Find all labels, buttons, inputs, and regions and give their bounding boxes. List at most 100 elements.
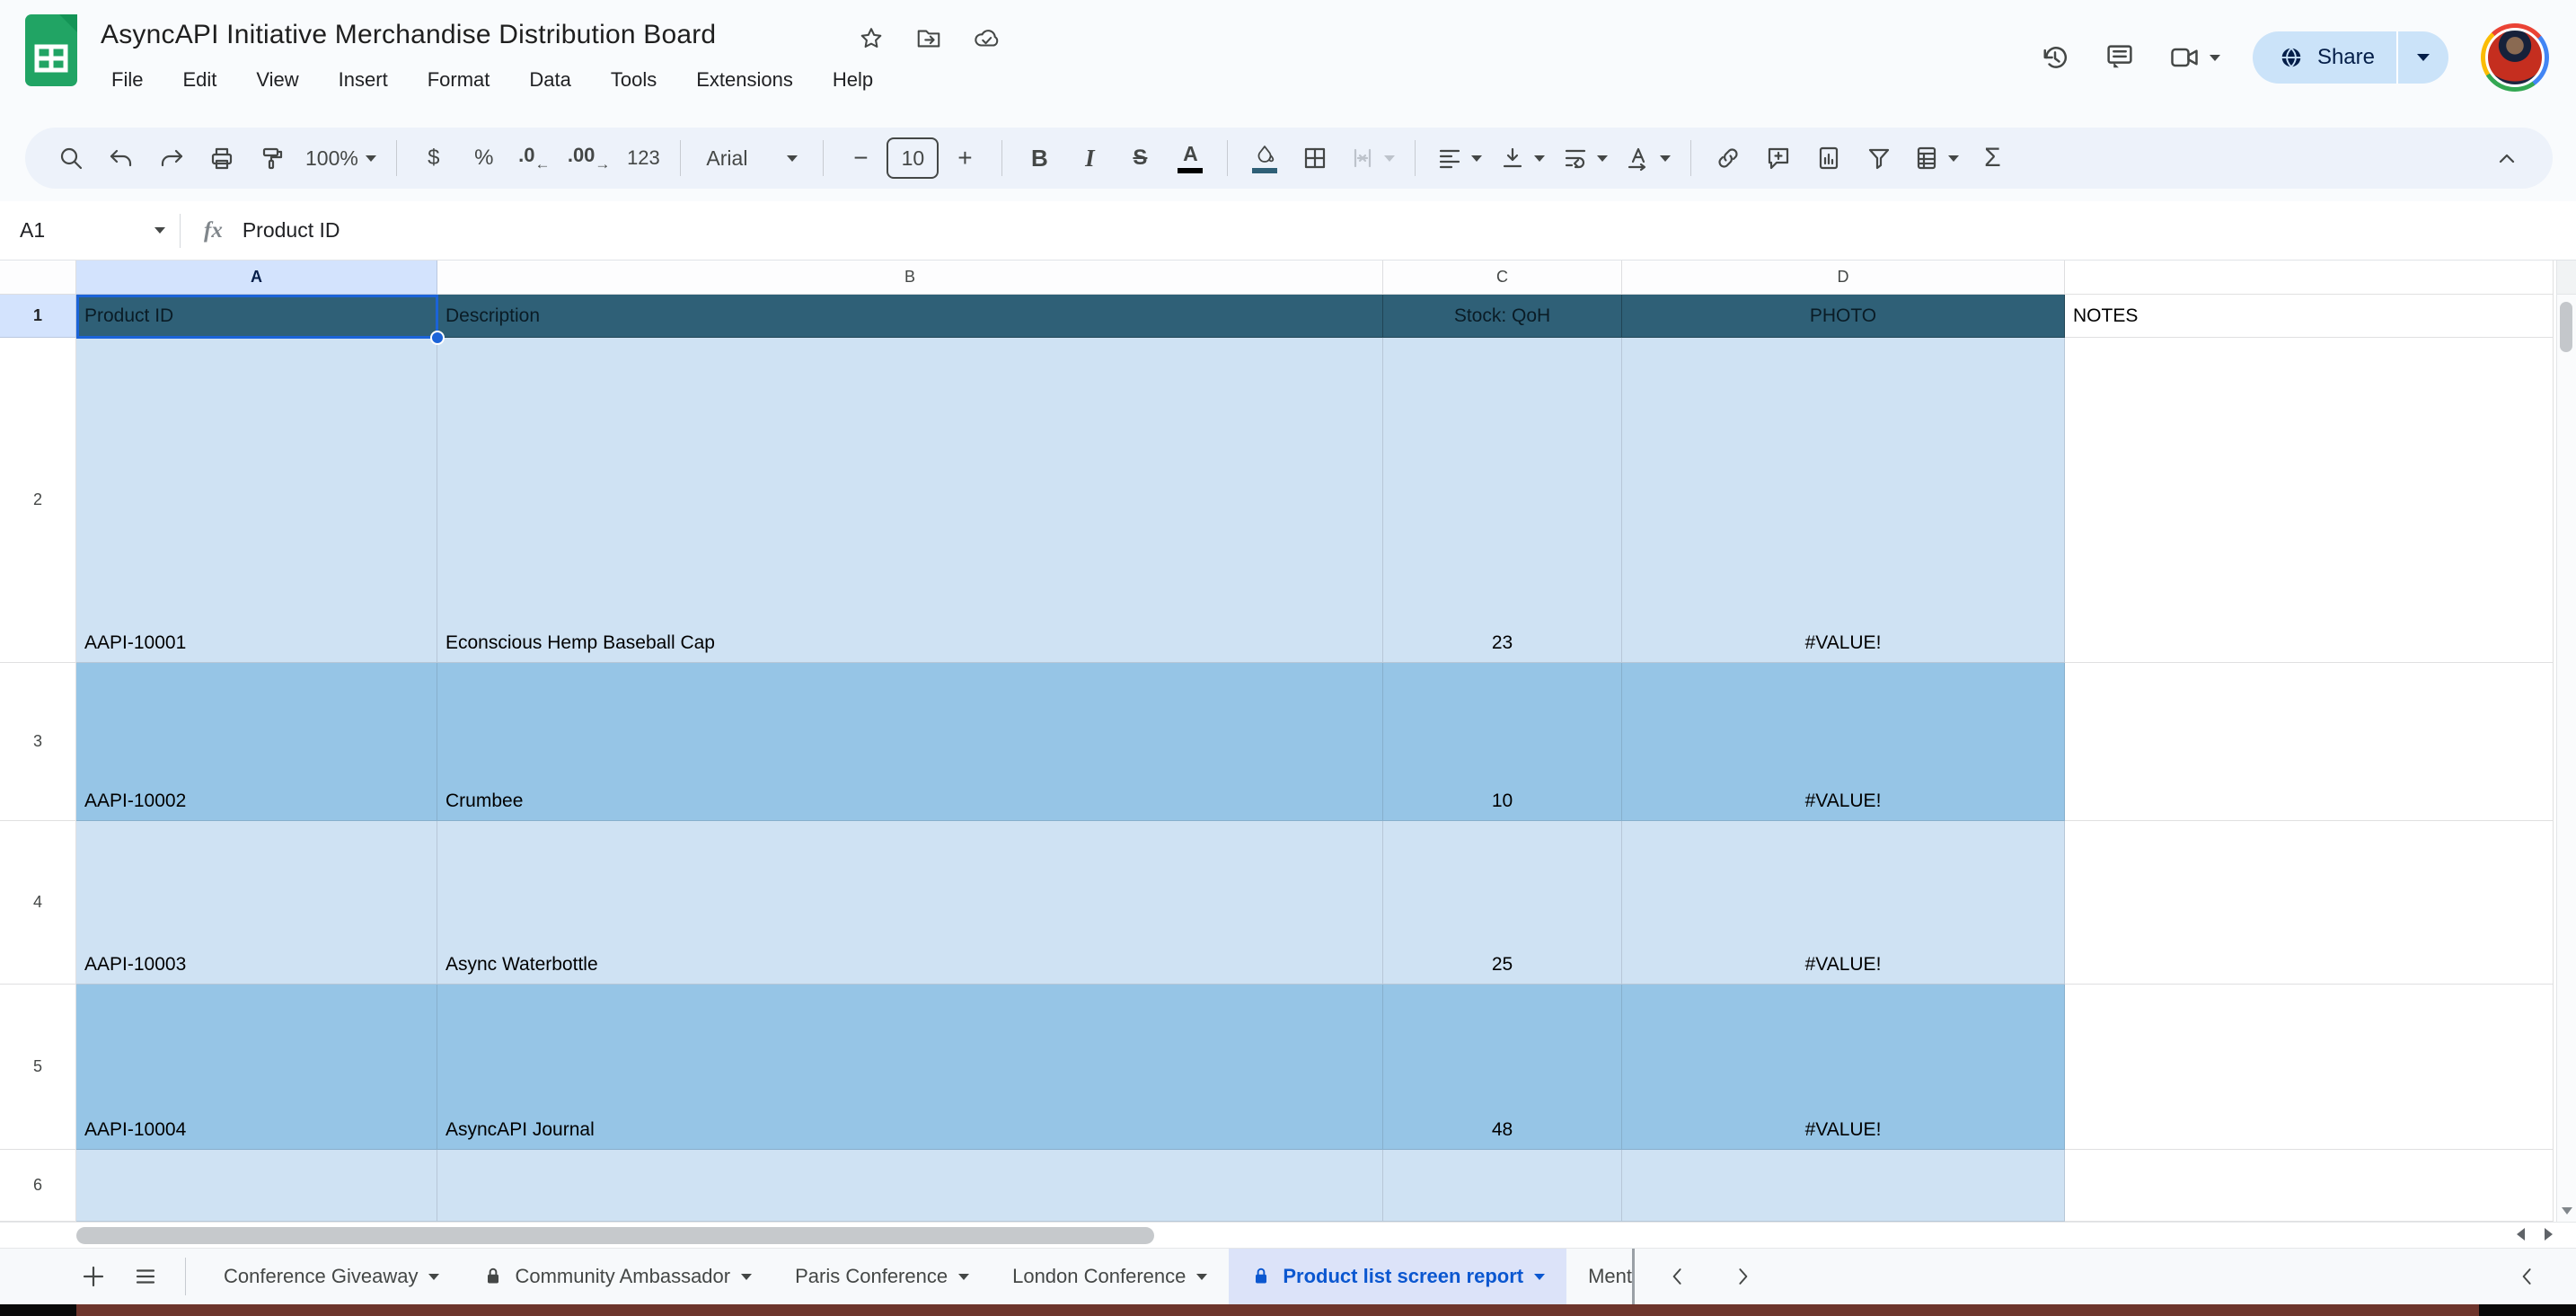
cell-d4[interactable]: #VALUE! [1622, 821, 2065, 985]
cell-a1[interactable]: Product ID [76, 295, 437, 338]
text-wrap-button[interactable] [1554, 133, 1615, 183]
cell-d6[interactable] [1622, 1150, 2065, 1222]
cell-b1[interactable]: Description [437, 295, 1383, 338]
strikethrough-button[interactable]: S [1116, 133, 1164, 183]
cell-c4[interactable]: 25 [1383, 821, 1622, 985]
italic-button[interactable]: I [1065, 133, 1114, 183]
move-folder-icon[interactable] [915, 25, 942, 52]
vertical-align-button[interactable] [1491, 133, 1552, 183]
chevron-left-icon[interactable] [2515, 1264, 2540, 1289]
tabs-previous-icon[interactable] [1665, 1264, 1690, 1289]
menu-help[interactable]: Help [822, 65, 884, 95]
row-header-1[interactable]: 1 [0, 295, 76, 338]
menu-data[interactable]: Data [518, 65, 581, 95]
undo-button[interactable] [97, 133, 146, 183]
functions-button[interactable]: Σ [1968, 133, 2016, 183]
add-sheet-icon[interactable] [79, 1262, 108, 1291]
cell-b3[interactable]: Crumbee [437, 663, 1383, 821]
menu-insert[interactable]: Insert [328, 65, 399, 95]
cell-b5[interactable]: AsyncAPI Journal [437, 985, 1383, 1150]
row-header-4[interactable]: 4 [0, 821, 76, 985]
share-dropdown[interactable] [2396, 31, 2448, 84]
tab-paris-conference[interactable]: Paris Conference [773, 1249, 991, 1304]
cell-a3[interactable]: AAPI-10002 [76, 663, 437, 821]
row-header-6[interactable]: 6 [0, 1150, 76, 1222]
cell-c5[interactable]: 48 [1383, 985, 1622, 1150]
column-header-d[interactable]: D [1622, 261, 2065, 295]
cell-c6[interactable] [1383, 1150, 1622, 1222]
column-header-b[interactable]: B [437, 261, 1383, 295]
merge-cells-button[interactable] [1341, 133, 1402, 183]
format-currency-button[interactable]: $ [410, 133, 458, 183]
cell-e6[interactable] [2065, 1150, 2554, 1222]
horizontal-scroll-thumb[interactable] [76, 1227, 1154, 1244]
cell-b2[interactable]: Econscious Hemp Baseball Cap [437, 338, 1383, 663]
cell-d5[interactable]: #VALUE! [1622, 985, 2065, 1150]
row-header-5[interactable]: 5 [0, 985, 76, 1150]
share-main[interactable]: Share [2253, 31, 2396, 84]
formula-input[interactable]: Product ID [243, 218, 340, 243]
cell-b6[interactable] [437, 1150, 1383, 1222]
scroll-left-icon[interactable] [2517, 1228, 2525, 1241]
zoom-select[interactable]: 100% [298, 133, 384, 183]
bold-button[interactable]: B [1015, 133, 1063, 183]
column-header-a[interactable]: A [76, 261, 437, 295]
cell-a2[interactable]: AAPI-10001 [76, 338, 437, 663]
tab-conference-giveaway[interactable]: Conference Giveaway [202, 1249, 461, 1304]
horizontal-scrollbar[interactable] [0, 1222, 2576, 1249]
menu-extensions[interactable]: Extensions [685, 65, 804, 95]
tab-london-conference[interactable]: London Conference [991, 1249, 1229, 1304]
insert-chart-button[interactable] [1804, 133, 1853, 183]
cell-a5[interactable]: AAPI-10004 [76, 985, 437, 1150]
more-formats-button[interactable]: 123 [619, 133, 667, 183]
print-button[interactable] [198, 133, 246, 183]
all-sheets-icon[interactable] [131, 1262, 160, 1291]
menu-file[interactable]: File [101, 65, 154, 95]
select-all-corner[interactable] [0, 261, 76, 295]
create-filter-button[interactable] [1855, 133, 1903, 183]
share-button[interactable]: Share [2252, 31, 2448, 84]
name-box-caret-icon[interactable] [154, 227, 165, 234]
cell-b4[interactable]: Async Waterbottle [437, 821, 1383, 985]
tab-community-ambassador[interactable]: Community Ambassador [461, 1249, 773, 1304]
insert-link-button[interactable] [1704, 133, 1752, 183]
cloud-status-icon[interactable] [973, 25, 1000, 52]
vertical-scrollbar[interactable] [2556, 261, 2576, 1222]
meet-button[interactable] [2168, 41, 2220, 74]
cell-d1[interactable]: PHOTO [1622, 295, 2065, 338]
tab-product-list-screen-report[interactable]: Product list screen report [1229, 1249, 1567, 1304]
scroll-right-icon[interactable] [2545, 1228, 2553, 1241]
menu-view[interactable]: View [245, 65, 309, 95]
decrease-font-size-button[interactable]: − [836, 133, 885, 183]
name-box[interactable]: A1 [0, 218, 180, 243]
cell-e5[interactable] [2065, 985, 2554, 1150]
cell-a4[interactable]: AAPI-10003 [76, 821, 437, 985]
increase-decimal-button[interactable]: .00 → [560, 133, 618, 183]
decrease-decimal-button[interactable]: .0 ← [510, 133, 559, 183]
format-percent-button[interactable]: % [460, 133, 508, 183]
fill-color-button[interactable] [1240, 133, 1289, 183]
hide-menus-button[interactable] [2483, 133, 2531, 183]
text-color-button[interactable]: A [1166, 133, 1214, 183]
cell-c1[interactable]: Stock: QoH [1383, 295, 1622, 338]
search-menus-button[interactable] [47, 133, 95, 183]
version-history-icon[interactable] [2039, 41, 2071, 74]
document-title[interactable]: AsyncAPI Initiative Merchandise Distribu… [101, 20, 716, 50]
cell-e4[interactable] [2065, 821, 2554, 985]
paint-format-button[interactable] [248, 133, 296, 183]
redo-button[interactable] [147, 133, 196, 183]
menu-format[interactable]: Format [417, 65, 501, 95]
horizontal-align-button[interactable] [1428, 133, 1489, 183]
increase-font-size-button[interactable]: + [940, 133, 989, 183]
cell-e2[interactable] [2065, 338, 2554, 663]
tab-ment-truncated[interactable]: Ment [1566, 1249, 1636, 1304]
cell-e3[interactable] [2065, 663, 2554, 821]
cell-c3[interactable]: 10 [1383, 663, 1622, 821]
meet-caret-icon[interactable] [2209, 54, 2220, 61]
table-views-button[interactable] [1905, 133, 1966, 183]
scroll-down-icon[interactable] [2562, 1207, 2572, 1214]
text-rotation-button[interactable] [1617, 133, 1678, 183]
sheets-logo-icon[interactable] [25, 14, 77, 86]
menu-tools[interactable]: Tools [600, 65, 667, 95]
cell-d3[interactable]: #VALUE! [1622, 663, 2065, 821]
